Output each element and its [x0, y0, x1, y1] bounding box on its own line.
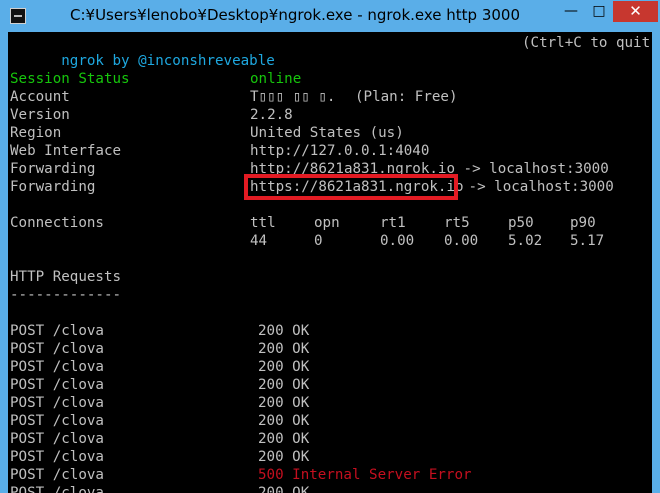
region-label: Region	[10, 125, 62, 141]
conn-header-rt1: rt1	[380, 215, 406, 231]
conn-value-rt5: 0.00	[444, 233, 479, 249]
web-interface-url[interactable]: http://127.0.0.1:4040	[250, 142, 429, 160]
title-bar[interactable]: C:¥Users¥lenobo¥Desktop¥ngrok.exe - ngro…	[0, 0, 660, 32]
minimize-button[interactable]: —	[557, 1, 585, 22]
quit-hint: (Ctrl+C to quit)	[522, 35, 653, 51]
account-label: Account	[10, 89, 70, 105]
request-path: POST /clova	[10, 395, 104, 411]
request-status: 200 OK	[258, 341, 310, 357]
request-path: POST /clova	[10, 323, 104, 339]
conn-value-opn: 0	[314, 233, 323, 249]
http-requests-title: HTTP Requests	[10, 269, 122, 285]
author-handle: @inconshreveable	[138, 53, 275, 69]
console-window: C:¥Users¥lenobo¥Desktop¥ngrok.exe - ngro…	[0, 0, 660, 493]
maximize-button[interactable]: □	[585, 1, 613, 22]
request-path: POST /clova	[10, 377, 104, 393]
brand-text: ngrok by	[61, 53, 139, 69]
conn-header-p50: p50	[508, 215, 534, 231]
forwarding-https-label: Forwarding	[10, 179, 96, 195]
version-value: 2.2.8	[250, 107, 293, 123]
connections-label: Connections	[10, 215, 104, 231]
forwarding-http-label: Forwarding	[10, 161, 96, 177]
request-path: POST /clova	[10, 359, 104, 375]
request-path: POST /clova	[10, 431, 104, 447]
close-button[interactable]: ✕	[613, 1, 658, 22]
conn-header-p90: p90	[570, 215, 596, 231]
request-status: 200 OK	[258, 359, 310, 375]
conn-header-opn: opn	[314, 215, 340, 231]
request-path: POST /clova	[10, 467, 104, 483]
request-status-error: 500 Internal Server Error	[258, 467, 472, 483]
request-status: 200 OK	[258, 377, 310, 393]
window-title: C:¥Users¥lenobo¥Desktop¥ngrok.exe - ngro…	[70, 6, 521, 24]
console-output[interactable]: ngrok by @inconshreveable (Ctrl+C to qui…	[8, 32, 653, 493]
version-label: Version	[10, 107, 70, 123]
request-status: 200 OK	[258, 323, 310, 339]
forwarding-https-target: -> localhost:3000	[460, 179, 614, 195]
request-path: POST /clova	[10, 449, 104, 465]
request-path: POST /clova	[10, 413, 104, 429]
account-plan: (Plan: Free)	[355, 89, 458, 105]
conn-value-p90: 5.17	[570, 233, 605, 249]
request-status: 200 OK	[258, 449, 310, 465]
request-status: 200 OK	[258, 413, 310, 429]
request-path: POST /clova	[10, 485, 104, 493]
region-value: United States (us)	[250, 125, 404, 141]
request-path: POST /clova	[10, 341, 104, 357]
session-status-label: Session Status	[10, 71, 130, 87]
scrollbar[interactable]	[652, 32, 660, 493]
conn-value-rt1: 0.00	[380, 233, 415, 249]
request-status: 200 OK	[258, 485, 310, 493]
console-app-icon	[10, 8, 26, 24]
http-requests-underline: -------------	[10, 287, 122, 303]
conn-header-ttl: ttl	[250, 215, 276, 231]
header-line: ngrok by @inconshreveable	[10, 34, 275, 69]
conn-header-rt5: rt5	[444, 215, 470, 231]
conn-value-ttl: 44	[250, 233, 268, 249]
request-status: 200 OK	[258, 395, 310, 411]
request-status: 200 OK	[258, 431, 310, 447]
conn-value-p50: 5.02	[508, 233, 543, 249]
account-value: T▯▯▯ ▯▯ ▯.	[250, 89, 336, 105]
web-interface-label: Web Interface	[10, 143, 122, 159]
session-status-value: online	[250, 71, 302, 87]
highlight-box	[244, 174, 458, 200]
